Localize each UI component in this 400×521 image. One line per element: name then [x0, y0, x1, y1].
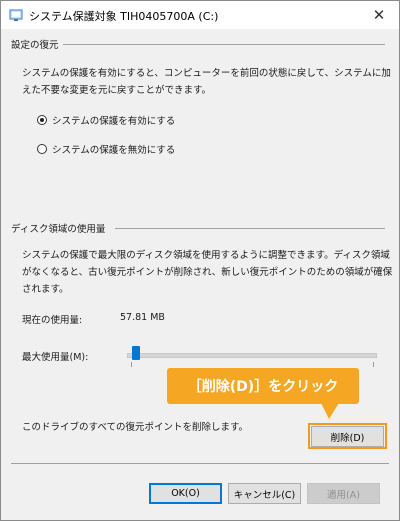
cancel-button[interactable]: キャンセル(C) — [228, 483, 301, 504]
close-button[interactable]: ✕ — [359, 1, 399, 29]
disable-protection-radio[interactable]: システムの保護を無効にする — [37, 142, 175, 156]
apply-button[interactable]: 適用(A) — [307, 483, 380, 504]
radio-unselected-icon — [37, 144, 47, 154]
disk-usage-description: システムの保護で最大限のディスク領域を使用するように調整できます。ディスク領域 … — [22, 247, 392, 298]
delete-button-highlight — [308, 423, 387, 449]
ok-button-label: OK(O) — [171, 488, 200, 499]
delete-restore-points-description: このドライブのすべての復元ポイントを削除します。 — [22, 422, 249, 433]
current-usage-label: 現在の使用量: — [22, 315, 83, 326]
restore-settings-description-line-1: システムの保護を有効にすると、コンピューターを前回の状態に戻して、システムに加 — [22, 68, 391, 79]
disk-usage-description-line-2: がなくなると、古い復元ポイントが削除され、新しい復元ポイントのための領域が確保 — [22, 267, 393, 278]
enable-protection-label: システムの保護を有効にする — [52, 116, 176, 127]
restore-settings-divider — [11, 44, 385, 45]
ok-button[interactable]: OK(O) — [149, 483, 222, 504]
apply-button-label: 適用(A) — [327, 489, 360, 501]
disk-usage-group-label: ディスク領域の使用量 — [11, 221, 115, 235]
title-bar: システム保護対象 TIH0405700A (C:) ✕ — [1, 1, 399, 29]
enable-protection-radio[interactable]: システムの保護を有効にする — [37, 113, 175, 127]
max-usage-label: 最大使用量(M): — [22, 352, 89, 363]
close-icon: ✕ — [372, 6, 386, 24]
disk-usage-description-line-1: システムの保護で最大限のディスク領域を使用するように調整できます。ディスク領域 — [22, 250, 390, 261]
max-usage-slider-thumb[interactable] — [131, 346, 140, 360]
restore-settings-description: システムの保護を有効にすると、コンピューターを前回の状態に戻して、システムに加 … — [22, 65, 391, 99]
disable-protection-label: システムの保護を無効にする — [52, 145, 176, 156]
footer-separator — [11, 463, 389, 464]
restore-settings-description-line-2: えた不要な変更を元に戻すことができます。 — [22, 85, 212, 96]
restore-settings-group-label: 設定の復元 — [11, 37, 63, 51]
slider-tick — [373, 362, 374, 367]
max-usage-slider-track[interactable] — [127, 353, 377, 358]
slider-tick — [131, 362, 132, 367]
radio-selected-icon — [37, 115, 47, 125]
instruction-callout-text: ［削除(D)］をクリック — [187, 379, 339, 395]
window-title: システム保護対象 TIH0405700A (C:) — [29, 10, 219, 23]
system-protection-icon — [9, 9, 23, 21]
current-usage-value: 57.81 MB — [120, 312, 165, 323]
system-protection-dialog: システム保護対象 TIH0405700A (C:) ✕ 設定の復元 システムの保… — [0, 0, 400, 521]
instruction-callout-pointer — [321, 403, 339, 419]
cancel-button-label: キャンセル(C) — [233, 489, 296, 501]
disk-usage-description-line-3: されます。 — [22, 284, 69, 295]
instruction-callout: ［削除(D)］をクリック — [167, 368, 359, 404]
